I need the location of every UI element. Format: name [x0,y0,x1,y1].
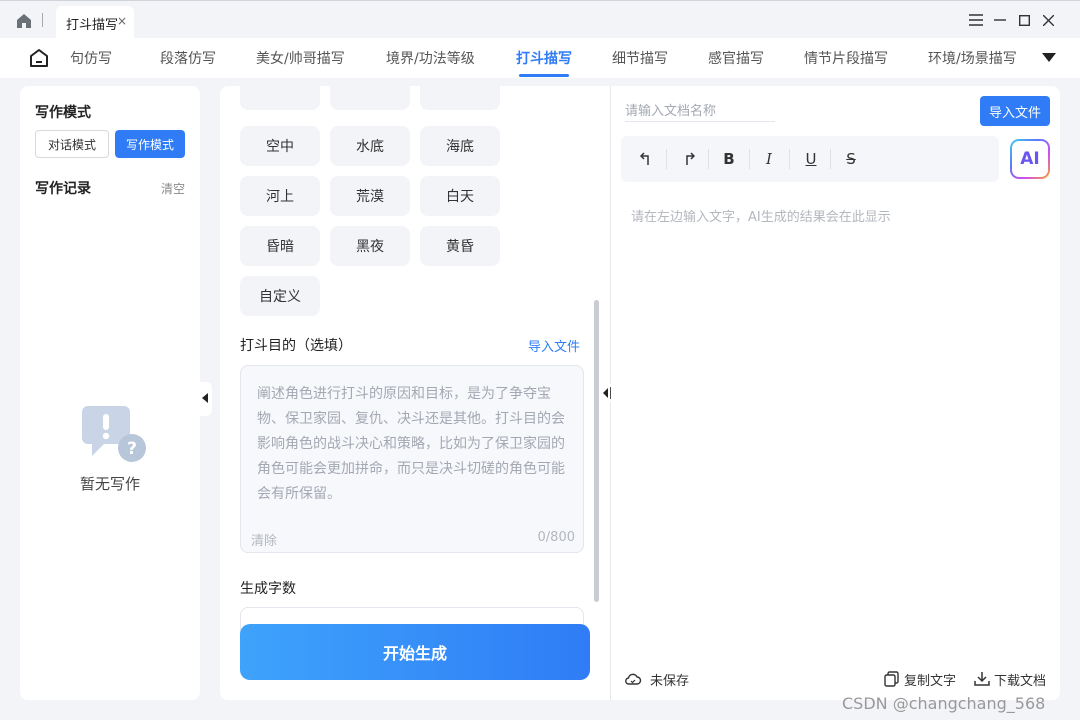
title-bar: 打斗描写 × [0,0,1080,38]
scene-chip-partial[interactable] [420,86,500,110]
textarea-placeholder: 阐述角色进行打斗的原因和目标，是为了争夺宝物、保卫家园、复仇、决斗还是其他。打斗… [257,386,565,502]
writing-mode-title: 写作模式 [35,105,91,121]
nav-item-appearance[interactable]: 美女/帅哥描写 [256,48,345,68]
editor-toolbar: B I U S [621,136,999,182]
strikethrough-button[interactable]: S [840,149,862,169]
home-icon[interactable] [27,46,51,70]
writing-mode-button[interactable]: 写作模式 [115,130,185,158]
copy-icon[interactable] [883,671,901,687]
copy-text-button[interactable]: 复制文字 [904,670,956,689]
scene-chip[interactable]: 昏暗 [240,226,320,266]
save-status: 未保存 [650,674,690,689]
active-tab-indicator [519,74,569,77]
scrollbar[interactable] [594,300,599,602]
chevron-down-icon[interactable] [1042,53,1056,62]
import-file-link[interactable]: 导入文件 [528,336,580,355]
character-counter: 0/800 [537,530,575,545]
scene-chip[interactable]: 河上 [240,176,320,216]
home-icon[interactable] [14,11,34,31]
nav-item-environment[interactable]: 环境/场景描写 [928,48,1017,68]
maximize-icon[interactable] [1013,9,1035,31]
scene-chip-partial[interactable] [240,86,320,110]
chat-mode-button[interactable]: 对话模式 [35,130,109,158]
tab-title: 打斗描写 [66,18,119,33]
scene-chip[interactable]: 荒漠 [330,176,410,216]
output-placeholder: 请在左边输入文字，AI生成的结果会在此显示 [631,210,891,225]
cloud-icon [625,673,642,685]
clear-textarea-button[interactable]: 清除 [251,530,277,549]
menu-icon[interactable] [965,9,987,31]
nav-item-paragraph-imitation[interactable]: 段落仿写 [160,48,216,68]
nav-item-sentence-imitation[interactable]: 句仿写 [70,48,112,68]
underline-button[interactable]: U [800,149,822,169]
nav-item-senses[interactable]: 感官描写 [708,48,764,68]
scene-chip[interactable]: 空中 [240,126,320,166]
start-generate-button[interactable]: 开始生成 [240,624,590,680]
nav-item-fight[interactable]: 打斗描写 [516,48,572,68]
watermark: CSDN @changchang_568 [842,694,1046,713]
bold-button[interactable]: B [718,149,740,169]
nav-item-detail[interactable]: 细节描写 [612,48,668,68]
nav-item-realm-levels[interactable]: 境界/功法等级 [386,48,475,68]
toolbar-divider [749,149,750,169]
divider [42,13,43,27]
download-icon[interactable] [973,671,991,687]
scene-chip[interactable]: 海底 [420,126,500,166]
minimize-icon[interactable] [989,9,1011,31]
toolbar-divider [666,149,667,169]
category-nav: 句仿写 段落仿写 美女/帅哥描写 境界/功法等级 打斗描写 细节描写 感官描写 … [0,38,1080,78]
form-panel: 空中 水底 海底 河上 荒漠 白天 昏暗 黑夜 黄昏 自定义 打斗目的（选填） … [220,86,610,700]
redo-icon[interactable] [677,149,699,169]
nav-item-plot-fragment[interactable]: 情节片段描写 [804,48,888,68]
toolbar-divider [830,149,831,169]
empty-state-text: 暂无写作 [79,475,140,493]
fight-purpose-textarea[interactable]: 阐述角色进行打斗的原因和目标，是为了争夺宝物、保卫家园、复仇、决斗还是其他。打斗… [240,365,584,553]
editor-panel: 请输入文档名称 导入文件 B I U S AI 请在左边输入文字，AI生成的结果… [611,86,1060,700]
toolbar-divider [789,149,790,169]
clear-records-button[interactable]: 清空 [161,180,185,197]
tab-close-icon[interactable]: × [117,14,127,28]
scene-chip-partial[interactable] [330,86,410,110]
undo-icon[interactable] [636,149,658,169]
ai-button[interactable]: AI [1010,139,1050,179]
ai-label: AI [1012,141,1048,177]
download-document-button[interactable]: 下载文档 [994,670,1046,689]
italic-button[interactable]: I [758,149,780,169]
writing-records-title: 写作记录 [35,181,91,197]
svg-text:?: ? [127,439,137,459]
scene-chip-custom[interactable]: 自定义 [240,276,320,316]
fight-purpose-label: 打斗目的（选填） [240,338,352,354]
scene-chip[interactable]: 黄昏 [420,226,500,266]
toolbar-divider [708,149,709,169]
document-name-input[interactable]: 请输入文档名称 [625,100,775,122]
sidebar: 写作模式 对话模式 写作模式 写作记录 清空 ? 暂无写作 [20,86,200,700]
collapse-sidebar-button[interactable] [200,382,212,416]
scene-chip[interactable]: 白天 [420,176,500,216]
scene-chip[interactable]: 黑夜 [330,226,410,266]
empty-state-icon: ? [82,406,146,462]
tab-fight-description[interactable]: 打斗描写 × [56,6,134,38]
import-file-button[interactable]: 导入文件 [980,96,1050,126]
word-count-label: 生成字数 [240,581,296,597]
close-icon[interactable] [1037,9,1059,31]
scene-chip[interactable]: 水底 [330,126,410,166]
